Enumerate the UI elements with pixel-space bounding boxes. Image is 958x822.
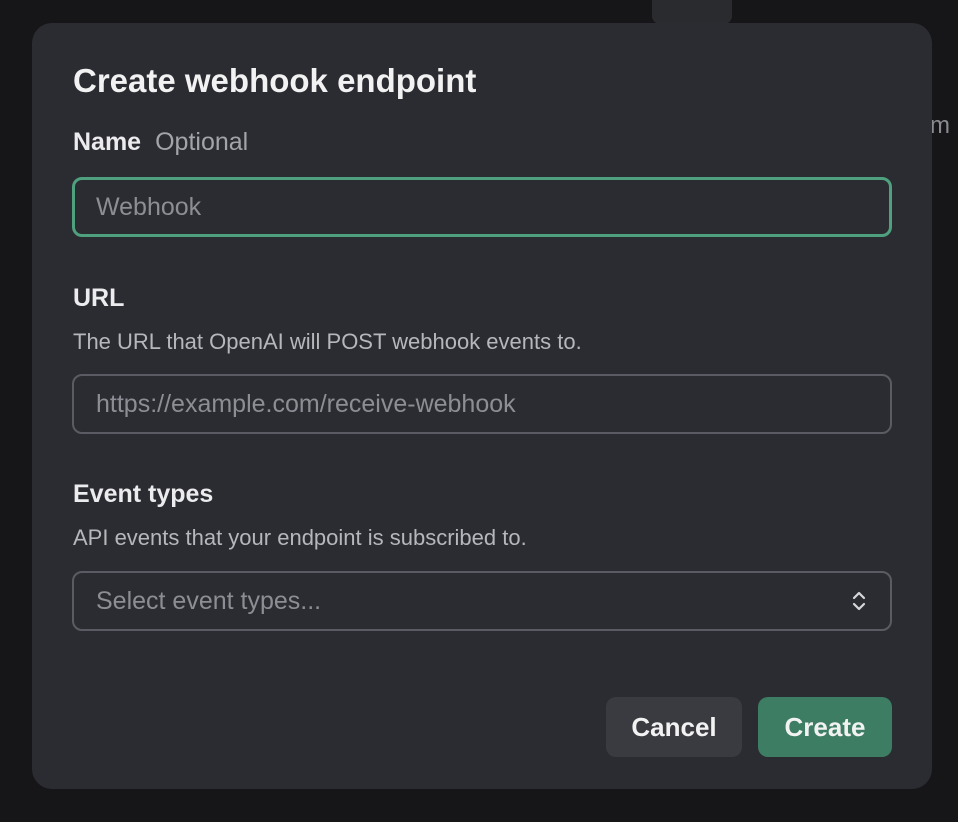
url-help-text: The URL that OpenAI will POST webhook ev… [73, 329, 582, 354]
create-button[interactable]: Create [758, 697, 892, 757]
url-input[interactable] [96, 389, 868, 419]
event-types-help-text: API events that your endpoint is subscri… [73, 525, 527, 550]
create-webhook-dialog: Create webhook endpoint Name Optional URL… [32, 23, 932, 789]
background-partial-text: m [930, 112, 950, 139]
cancel-button[interactable]: Cancel [606, 697, 742, 757]
name-label-row: Name Optional [73, 127, 248, 157]
url-label: URL [73, 284, 125, 312]
name-input-wrapper [72, 177, 892, 237]
event-types-select[interactable]: Select event types... [72, 571, 892, 631]
optional-tag: Optional [155, 128, 249, 156]
url-input-wrapper [72, 374, 892, 434]
event-types-label: Event types [73, 480, 214, 508]
dialog-title: Create webhook endpoint [73, 62, 477, 99]
name-input[interactable] [96, 192, 868, 222]
chevron-up-down-icon [850, 588, 868, 614]
name-label: Name [73, 128, 142, 156]
background-chip [652, 0, 732, 24]
event-types-placeholder: Select event types... [96, 586, 322, 615]
